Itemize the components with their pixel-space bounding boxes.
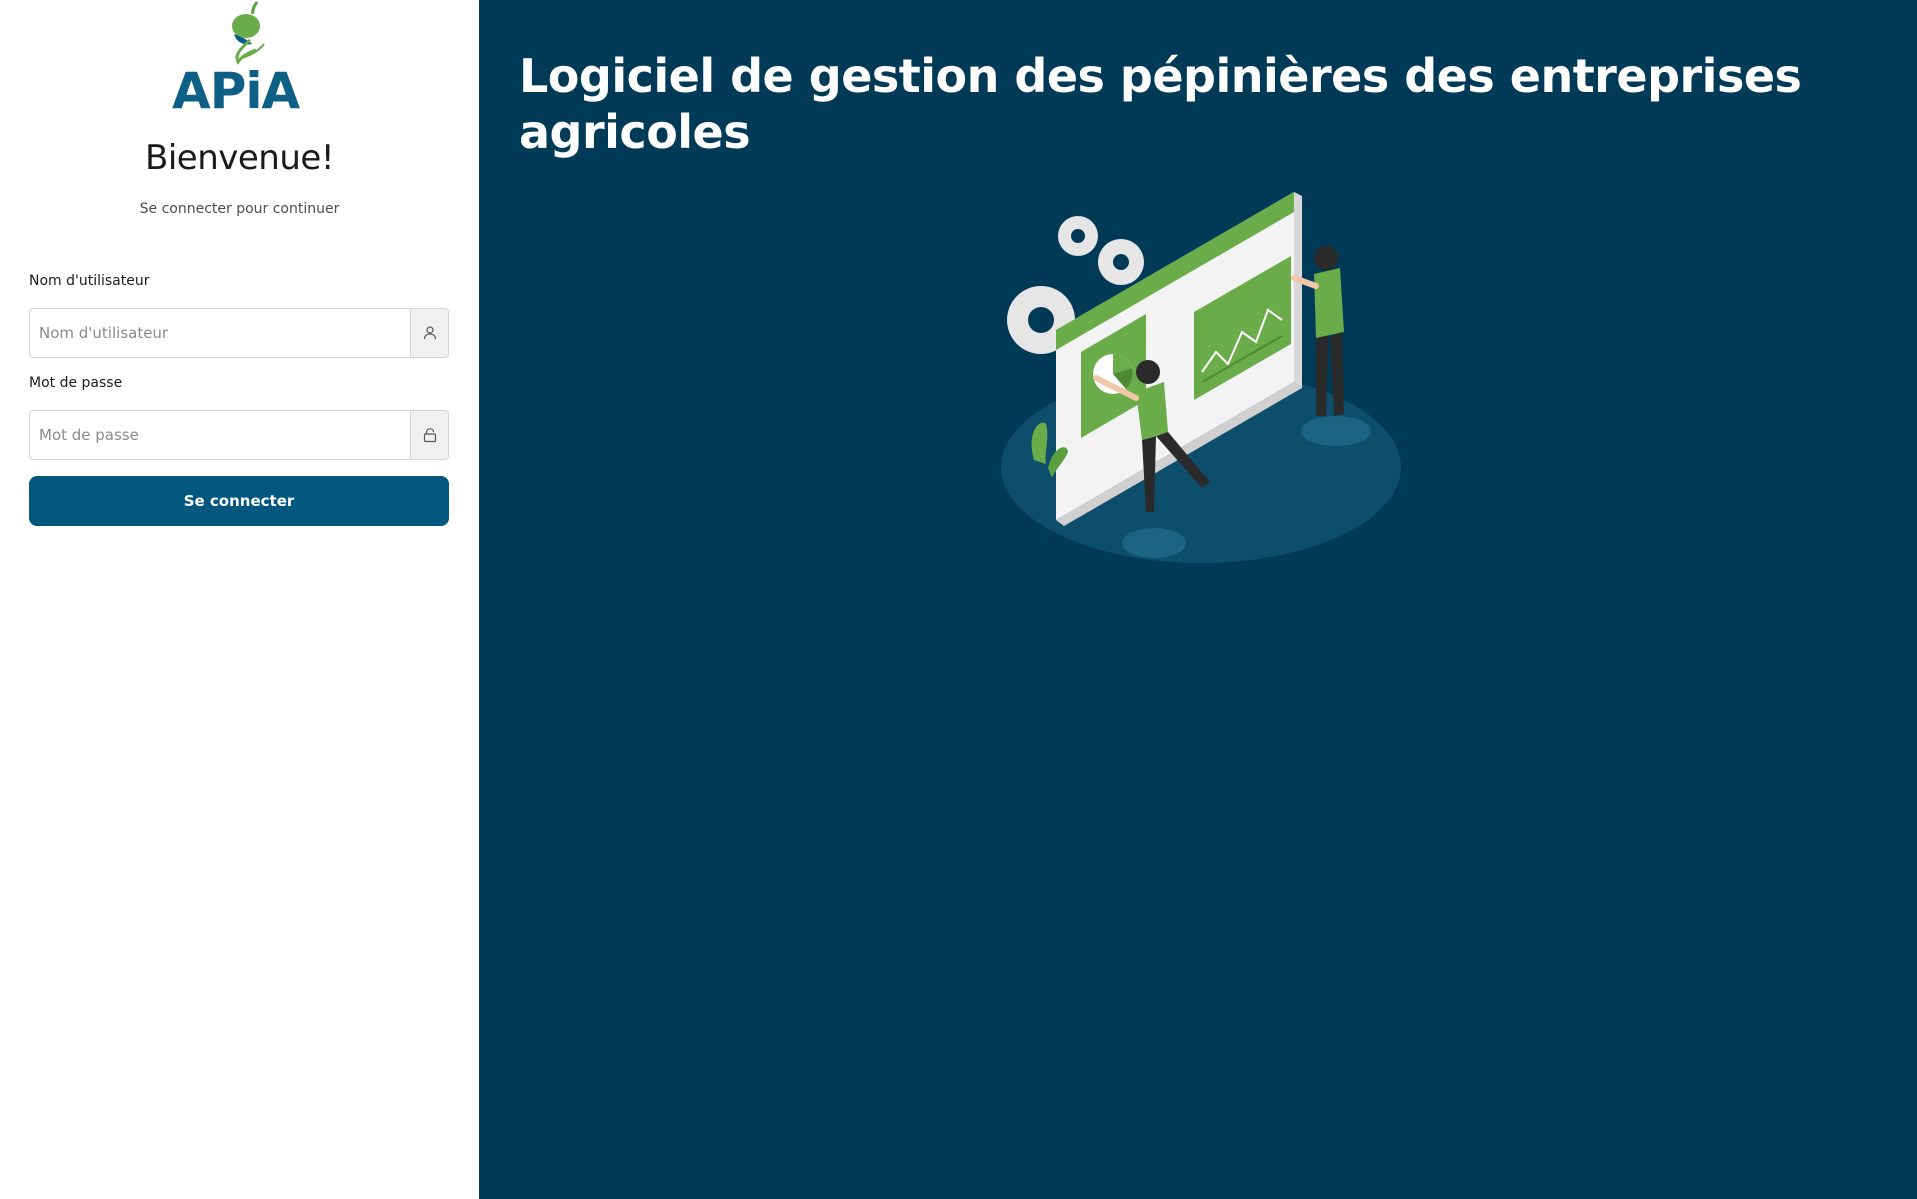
welcome-title: Bienvenue! bbox=[145, 138, 334, 178]
login-button[interactable]: Se connecter bbox=[29, 476, 449, 526]
username-label: Nom d'utilisateur bbox=[29, 273, 150, 289]
username-input[interactable] bbox=[29, 308, 410, 358]
password-input[interactable] bbox=[29, 410, 410, 460]
password-label: Mot de passe bbox=[29, 375, 123, 391]
user-icon bbox=[410, 308, 449, 358]
dashboard-illustration bbox=[1001, 192, 1401, 563]
login-panel: APiA Bienvenue! Se connecter pour contin… bbox=[0, 0, 479, 1199]
logo-text: APiA bbox=[172, 62, 300, 112]
hero-panel: Logiciel de gestion des pépinières des e… bbox=[479, 0, 1917, 1199]
login-page: APiA Bienvenue! Se connecter pour contin… bbox=[0, 0, 1917, 1199]
password-input-group bbox=[29, 410, 449, 460]
welcome-subtitle: Se connecter pour continuer bbox=[139, 201, 340, 217]
lock-icon bbox=[410, 410, 449, 460]
apia-logo: APiA bbox=[172, 1, 301, 112]
hero-headline: Logiciel de gestion des pépinières des e… bbox=[519, 49, 1802, 159]
username-input-group bbox=[29, 308, 449, 358]
